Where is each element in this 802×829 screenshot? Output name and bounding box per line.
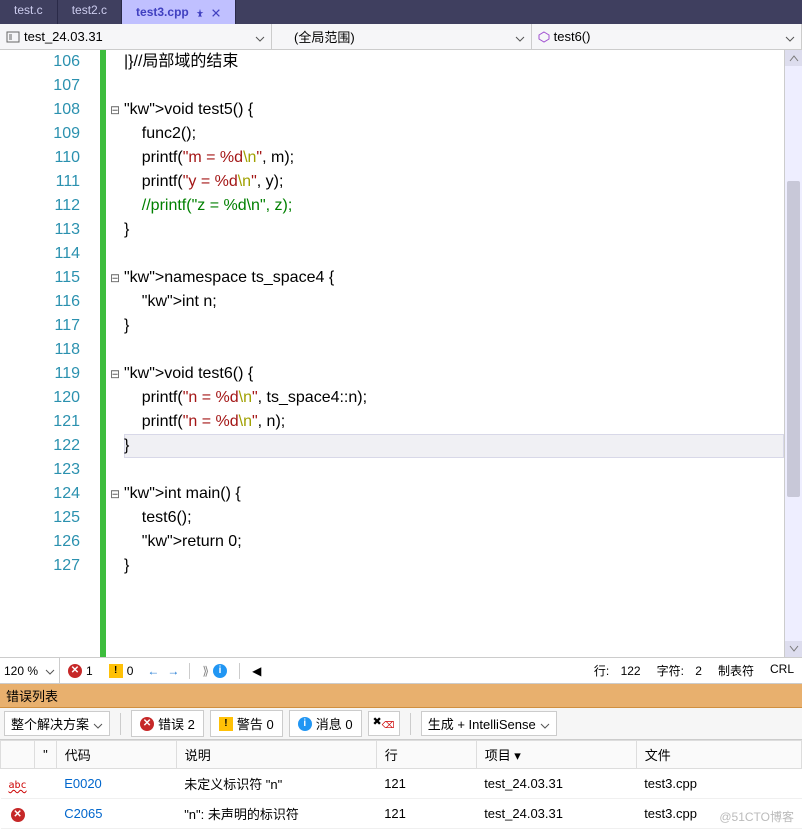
line-number-gutter: 1061071081091101111121131141151161171181… — [0, 50, 88, 657]
nav-bar: test_24.03.31 (全局范围) test6() — [0, 24, 802, 50]
editor-status-bar: 120 % ✕1 !0 ← → ⟫ i ◀ 行: 122 字符: 2 制表符 C… — [0, 658, 802, 684]
col-icon[interactable] — [1, 741, 35, 769]
error-row[interactable]: abc E0020未定义标识符 "n"121test_24.03.31test3.… — [1, 769, 802, 799]
scope-dropdown[interactable]: (全局范围) — [272, 24, 532, 49]
scroll-down-icon[interactable] — [785, 641, 802, 657]
zoom-value: 120 % — [4, 664, 38, 678]
chevron-down-icon — [255, 32, 265, 42]
error-list-table: " 代码 说明 行 项目 ▾ 文件 abcE0020未定义标识符 "n"121t… — [0, 740, 802, 829]
error-line: 121 — [376, 799, 476, 829]
expand-icon: ⟫ — [202, 664, 209, 678]
project-dropdown[interactable]: test_24.03.31 — [0, 24, 272, 49]
member-dropdown[interactable]: test6() — [532, 24, 802, 49]
clear-filter-button[interactable]: ✖⌫ — [368, 711, 400, 735]
col-line[interactable]: 行 — [376, 741, 476, 769]
error-icon: ✕ — [11, 808, 25, 822]
messages-filter-button[interactable]: i消息 0 — [289, 710, 362, 737]
col-code[interactable]: 代码 — [56, 741, 176, 769]
scrollbar-thumb[interactable] — [787, 181, 800, 497]
col-file[interactable]: 文件 — [636, 741, 801, 769]
status-error-item[interactable]: ✕1 — [60, 658, 101, 683]
close-icon[interactable] — [211, 7, 221, 17]
error-list-toolbar: 整个解决方案 ✕错误 2 !警告 0 i消息 0 ✖⌫ 生成 + Intelli… — [0, 708, 802, 740]
error-icon: ✕ — [68, 664, 82, 678]
tab-label: test3.cpp — [136, 5, 189, 19]
watermark: @51CTO博客 — [719, 808, 794, 825]
nav-arrows: ← → — [141, 664, 185, 678]
source-filter-dropdown[interactable]: 生成 + IntelliSense — [421, 711, 557, 736]
chevron-down-icon — [45, 666, 55, 676]
warnings-filter-button[interactable]: !警告 0 — [210, 710, 283, 737]
col-desc[interactable]: 说明 — [176, 741, 376, 769]
status-warning-item[interactable]: !0 — [101, 658, 142, 683]
error-line: 121 — [376, 769, 476, 799]
vertical-scrollbar[interactable] — [784, 50, 802, 657]
project-name: test_24.03.31 — [24, 29, 103, 44]
cursor-char: 字符: 2 — [649, 662, 710, 679]
line-ending[interactable]: CRL — [762, 662, 802, 676]
fold-margin[interactable]: ⊟ ⊟ ⊟ ⊟ — [106, 50, 124, 657]
col-project[interactable]: 项目 ▾ — [476, 741, 636, 769]
code-editor[interactable]: 1061071081091101111121131141151161171181… — [0, 50, 802, 658]
intellisense-error-icon: abc — [9, 780, 27, 791]
method-icon — [538, 31, 550, 43]
scope-filter-dropdown[interactable]: 整个解决方案 — [4, 711, 110, 736]
document-tabs: test.c test2.c test3.cpp — [0, 0, 802, 24]
chevron-down-icon — [93, 719, 103, 729]
error-code: E0020 — [56, 769, 176, 799]
errors-filter-button[interactable]: ✕错误 2 — [131, 710, 204, 737]
error-project: test_24.03.31 — [476, 799, 636, 829]
error-project: test_24.03.31 — [476, 769, 636, 799]
error-desc: "n": 未声明的标识符 — [176, 799, 376, 829]
tab-test-c[interactable]: test.c — [0, 0, 58, 24]
code-content[interactable]: |}//局部域的结束"kw">void test5() { func2(); p… — [124, 50, 784, 657]
member-name: test6() — [554, 29, 591, 44]
error-row[interactable]: ✕C2065"n": 未声明的标识符121test_24.03.31test3.… — [1, 799, 802, 829]
tab-test2-c[interactable]: test2.c — [58, 0, 122, 24]
warning-icon: ! — [109, 664, 123, 678]
cpp-project-icon — [6, 30, 20, 44]
error-list-header[interactable]: 错误列表 — [0, 684, 802, 708]
chevron-down-icon — [540, 719, 550, 729]
chevron-down-icon — [515, 32, 525, 42]
warning-icon: ! — [219, 717, 233, 731]
tab-test3-cpp[interactable]: test3.cpp — [122, 0, 236, 24]
error-code: C2065 — [56, 799, 176, 829]
error-icon: ✕ — [140, 717, 154, 731]
nav-back-icon[interactable]: ← — [147, 664, 159, 678]
info-item[interactable]: ⟫ i — [194, 658, 235, 683]
clear-filter-icon: ✖⌫ — [373, 715, 395, 731]
info-icon: i — [213, 664, 227, 678]
pin-icon[interactable] — [195, 7, 205, 17]
nav-fwd-icon[interactable]: → — [167, 664, 179, 678]
cursor-line: 行: 122 — [586, 662, 649, 679]
error-desc: 未定义标识符 "n" — [176, 769, 376, 799]
zoom-dropdown[interactable]: 120 % — [0, 658, 60, 683]
info-icon: i — [298, 717, 312, 731]
col-suppress[interactable]: " — [35, 741, 57, 769]
suppress-icon: " — [43, 747, 48, 762]
scope-label: (全局范围) — [278, 27, 355, 46]
indent-mode[interactable]: 制表符 — [710, 662, 762, 679]
scroll-up-icon[interactable] — [785, 50, 802, 66]
hscroll-left[interactable]: ◀ — [244, 658, 269, 683]
chevron-down-icon — [785, 32, 795, 42]
error-file: test3.cpp — [636, 769, 801, 799]
